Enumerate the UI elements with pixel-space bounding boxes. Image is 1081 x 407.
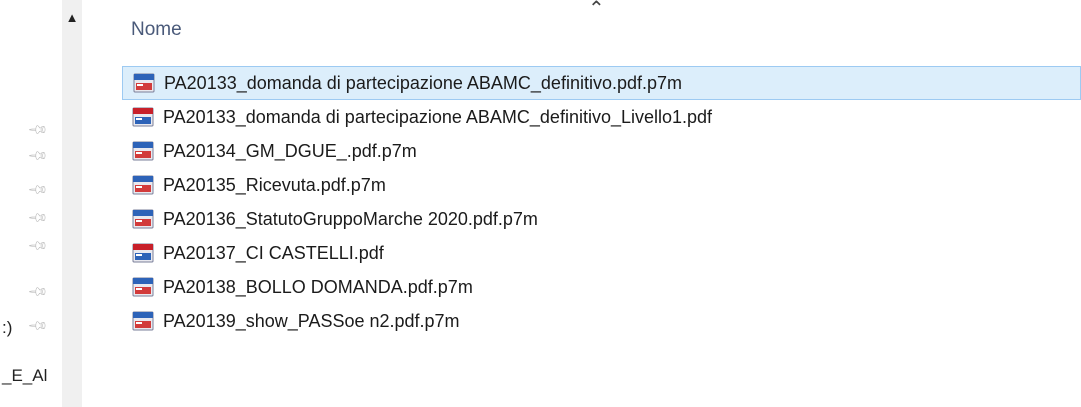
file-name: PA20138_BOLLO DOMANDA.pdf.p7m bbox=[163, 276, 473, 297]
file-list: PA20133_domanda di partecipazione ABAMC_… bbox=[122, 66, 1081, 338]
sort-ascending-icon: ⌃ bbox=[588, 0, 605, 20]
file-row[interactable]: PA20135_Ricevuta.pdf.p7m bbox=[122, 168, 1081, 202]
scroll-up-icon[interactable]: ▲ bbox=[62, 6, 82, 30]
pdf-file-icon bbox=[132, 107, 154, 127]
nav-item-drive-label[interactable]: :) bbox=[2, 318, 12, 338]
file-name: PA20133_domanda di partecipazione ABAMC_… bbox=[164, 72, 683, 93]
nav-scrollbar[interactable]: ▲ bbox=[62, 0, 82, 407]
column-header-name[interactable]: Nome bbox=[131, 19, 182, 41]
pin-icon[interactable]: 📌︎ bbox=[27, 234, 49, 256]
pin-icon[interactable]: 📌︎ bbox=[27, 280, 49, 302]
p7m-file-icon bbox=[132, 311, 154, 331]
file-row[interactable]: PA20136_StatutoGruppoMarche 2020.pdf.p7m bbox=[122, 202, 1081, 236]
p7m-file-icon bbox=[132, 141, 154, 161]
p7m-file-icon bbox=[132, 277, 154, 297]
file-name: PA20139_show_PASSoe n2.pdf.p7m bbox=[163, 310, 460, 331]
file-name: PA20133_domanda di partecipazione ABAMC_… bbox=[163, 106, 713, 127]
pin-icon[interactable]: 📌︎ bbox=[27, 206, 49, 228]
file-row[interactable]: PA20134_GM_DGUE_.pdf.p7m bbox=[122, 134, 1081, 168]
file-name: PA20137_CI CASTELLI.pdf bbox=[163, 242, 384, 263]
p7m-file-icon bbox=[132, 209, 154, 229]
file-row[interactable]: PA20133_domanda di partecipazione ABAMC_… bbox=[122, 66, 1081, 100]
pdf-file-icon bbox=[132, 243, 154, 263]
file-name: PA20134_GM_DGUE_.pdf.p7m bbox=[163, 140, 417, 161]
navigation-pane: 📌︎ 📌︎ 📌︎ 📌︎ 📌︎ 📌︎ 📌︎ :) _E_Al ▲ bbox=[0, 0, 88, 407]
pin-icon[interactable]: 📌︎ bbox=[27, 314, 49, 336]
p7m-file-icon bbox=[133, 73, 155, 93]
pin-icon[interactable]: 📌︎ bbox=[27, 178, 49, 200]
file-row[interactable]: PA20133_domanda di partecipazione ABAMC_… bbox=[122, 100, 1081, 134]
file-name: PA20135_Ricevuta.pdf.p7m bbox=[163, 174, 386, 195]
file-row[interactable]: PA20138_BOLLO DOMANDA.pdf.p7m bbox=[122, 270, 1081, 304]
pin-icon[interactable]: 📌︎ bbox=[27, 118, 49, 140]
pin-icon[interactable]: 📌︎ bbox=[27, 144, 49, 166]
p7m-file-icon bbox=[132, 175, 154, 195]
file-row[interactable]: PA20139_show_PASSoe n2.pdf.p7m bbox=[122, 304, 1081, 338]
file-row[interactable]: PA20137_CI CASTELLI.pdf bbox=[122, 236, 1081, 270]
nav-item-folder-label[interactable]: _E_Al bbox=[2, 366, 47, 386]
file-name: PA20136_StatutoGruppoMarche 2020.pdf.p7m bbox=[163, 208, 538, 229]
